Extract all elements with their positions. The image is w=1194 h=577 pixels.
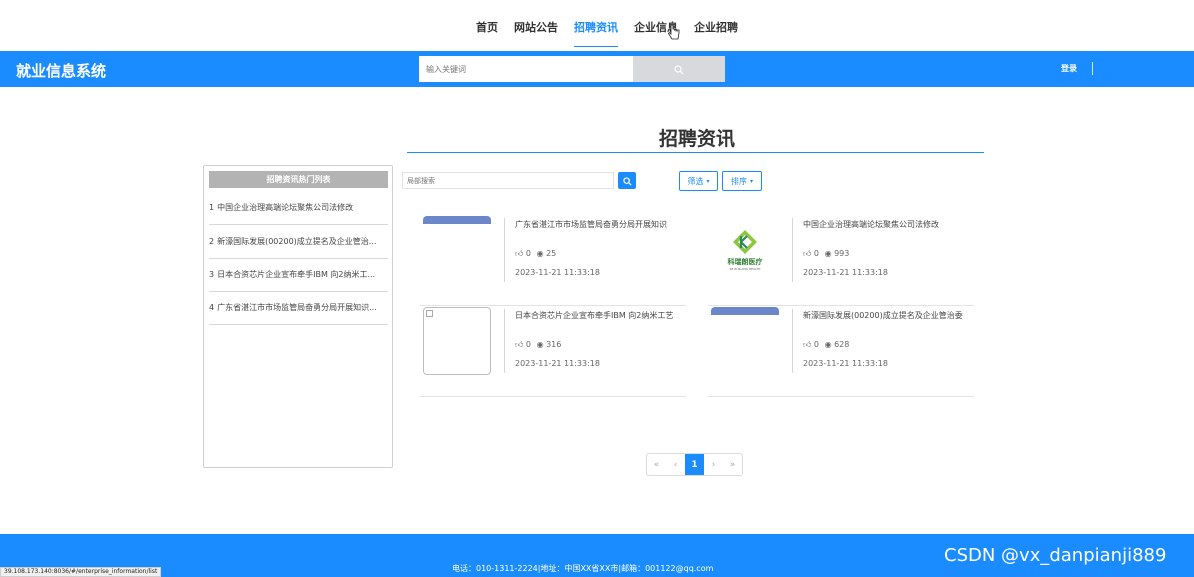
card-stats: 👍︎ 0 ◉ 993 — [803, 249, 849, 259]
title-divider — [407, 152, 984, 153]
views-count: 993 — [834, 249, 850, 258]
site-header: 就业信息系统 登录 — [0, 51, 1194, 87]
news-card[interactable]: 科瑞朗医疗 KE RUILANG HEALTH 中国企业治理高端论坛聚焦公司法修… — [708, 216, 974, 306]
card-stats: 👍︎ 0 ◉ 628 — [803, 340, 849, 350]
nav-enterprise-recruitment[interactable]: 企业招聘 — [694, 19, 738, 35]
footer-contact-info: 电话：010-1311-2224|地址：中国XX省XX市|邮箱：001122@q… — [452, 564, 714, 573]
card-title: 新濠国际发展(00200)成立提名及企业管治委 — [803, 311, 963, 320]
eye-icon: ◉ — [536, 249, 544, 258]
hot-item-number: 2 — [209, 237, 215, 246]
likes-count: 0 — [813, 340, 820, 349]
card-date: 2023-11-21 11:33:18 — [515, 359, 600, 368]
news-card[interactable]: 广东省湛江市市场监管局奋勇分局开展知识 👍︎ 0 ◉ 25 2023-11-21… — [420, 216, 686, 306]
eye-icon: ◉ — [824, 340, 832, 349]
hot-list-item[interactable]: 1 中国企业治理高端论坛聚焦公司法修改 — [209, 192, 388, 225]
card-date: 2023-11-21 11:33:18 — [803, 359, 888, 368]
prev-page-button[interactable]: ‹ — [666, 454, 685, 475]
hot-list-item[interactable]: 2 新濠国际发展(00200)成立提名及企业管治... — [209, 226, 388, 259]
keyword-search-button[interactable] — [633, 56, 725, 82]
last-page-button[interactable]: » — [723, 454, 742, 475]
card-title: 中国企业治理高端论坛聚焦公司法修改 — [803, 220, 939, 229]
thumbs-up-icon: 👍︎ — [515, 340, 524, 349]
filter-label: 筛选 — [687, 176, 704, 186]
hot-list-item[interactable]: 4 广东省湛江市市场监管局奋勇分局开展知识... — [209, 292, 388, 325]
likes-count: 0 — [525, 249, 532, 258]
card-divider — [504, 309, 505, 373]
logo-subtext: KE RUILANG HEALTH — [729, 267, 761, 271]
page-1-button[interactable]: 1 — [685, 454, 704, 475]
views-count: 628 — [834, 340, 850, 349]
hot-list-title: 招聘资讯热门列表 — [209, 171, 388, 188]
hot-list-panel: 招聘资讯热门列表 1 中国企业治理高端论坛聚焦公司法修改 2 新濠国际发展(0020… — [203, 165, 393, 468]
nav-home[interactable]: 首页 — [476, 19, 498, 35]
caret-down-icon: ▾ — [749, 177, 753, 185]
thumbs-up-icon: 👍︎ — [515, 249, 524, 258]
card-thumbnail — [423, 307, 491, 375]
header-divider — [1092, 62, 1093, 75]
nav-announcements[interactable]: 网站公告 — [514, 19, 558, 35]
likes-count: 0 — [525, 340, 532, 349]
browser-status-url: 39.108.173.140:8036/#/enterprise_informa… — [0, 567, 162, 577]
hot-item-text: 中国企业治理高端论坛聚焦公司法修改 — [217, 203, 354, 212]
site-brand: 就业信息系统 — [16, 62, 107, 80]
local-search-input[interactable] — [402, 172, 614, 189]
news-card[interactable]: 新濠国际发展(00200)成立提名及企业管治委 👍︎ 0 ◉ 628 2023-… — [708, 307, 974, 397]
card-thumbnail — [711, 307, 779, 375]
card-stats: 👍︎ 0 ◉ 25 — [515, 249, 556, 259]
eye-icon: ◉ — [824, 249, 832, 258]
card-title: 日本合资芯片企业宣布牵手IBM 向2纳米工艺 — [515, 311, 674, 320]
card-divider — [504, 218, 505, 282]
filter-dropdown-button[interactable]: 筛选 ▾ — [679, 171, 718, 191]
next-page-button[interactable]: › — [704, 454, 723, 475]
site-footer: CSDN @vx_danpianji889 电话：010-1311-2224|地… — [0, 534, 1194, 577]
thumbs-up-icon: 👍︎ — [803, 249, 812, 258]
local-search-button[interactable] — [618, 172, 636, 189]
search-icon — [674, 60, 684, 79]
active-tab-underline — [574, 46, 618, 47]
caret-down-icon: ▾ — [706, 177, 710, 185]
broken-image-icon — [426, 310, 433, 317]
sort-label: 排序 — [730, 176, 747, 186]
hot-item-number: 1 — [209, 203, 215, 212]
eye-icon: ◉ — [536, 340, 544, 349]
views-count: 316 — [546, 340, 562, 349]
search-icon — [622, 171, 632, 190]
views-count: 25 — [546, 249, 557, 258]
top-navigation: 首页 网站公告 招聘资讯 企业信息 企业招聘 — [0, 0, 1194, 51]
thumbs-up-icon: 👍︎ — [803, 340, 812, 349]
hot-item-text: 日本合资芯片企业宣布牵手IBM 向2纳米工... — [217, 270, 376, 279]
card-date: 2023-11-21 11:33:18 — [515, 268, 600, 277]
keyword-search-input[interactable] — [419, 56, 633, 82]
card-divider — [792, 309, 793, 373]
hot-item-text: 广东省湛江市市场监管局奋勇分局开展知识... — [217, 303, 377, 312]
hot-item-number: 3 — [209, 270, 215, 279]
hand-cursor-icon — [667, 24, 680, 44]
hot-item-text: 新濠国际发展(00200)成立提名及企业管治... — [217, 237, 377, 246]
hot-item-number: 4 — [209, 303, 215, 312]
hot-list-item[interactable]: 3 日本合资芯片企业宣布牵手IBM 向2纳米工... — [209, 259, 388, 292]
sort-dropdown-button[interactable]: 排序 ▾ — [722, 171, 762, 191]
card-date: 2023-11-21 11:33:18 — [803, 268, 888, 277]
kereilang-logo-icon — [733, 230, 757, 254]
card-title: 广东省湛江市市场监管局奋勇分局开展知识 — [515, 220, 667, 229]
csdn-watermark: CSDN @vx_danpianji889 — [944, 545, 1167, 566]
page-title: 招聘资讯 — [659, 128, 736, 150]
likes-count: 0 — [813, 249, 820, 258]
card-divider — [792, 218, 793, 282]
first-page-button[interactable]: « — [647, 454, 666, 475]
card-stats: 👍︎ 0 ◉ 316 — [515, 340, 561, 350]
pagination: « ‹ 1 › » — [646, 453, 743, 476]
logo-text: 科瑞朗医疗 — [727, 258, 763, 266]
login-link[interactable]: 登录 — [1061, 63, 1077, 74]
news-card[interactable]: 日本合资芯片企业宣布牵手IBM 向2纳米工艺 👍︎ 0 ◉ 316 2023-1… — [420, 307, 686, 397]
card-thumbnail — [423, 216, 491, 284]
card-thumbnail: 科瑞朗医疗 KE RUILANG HEALTH — [711, 216, 779, 284]
nav-recruitment-news[interactable]: 招聘资讯 — [574, 19, 618, 35]
